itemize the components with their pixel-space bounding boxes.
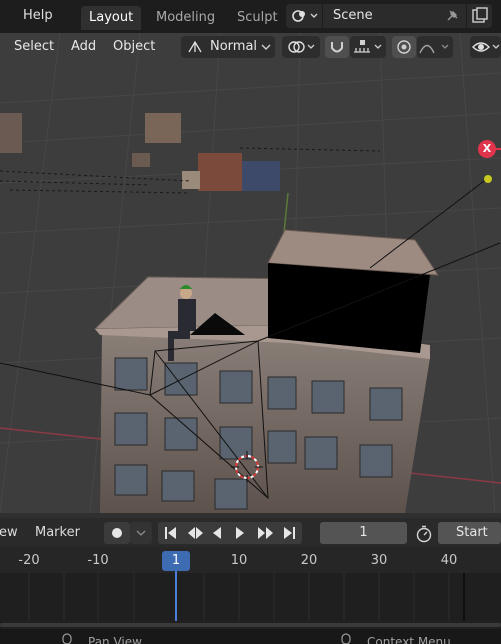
menu-object[interactable]: Object [113,39,155,54]
pivot-icon [288,41,315,53]
menu-add[interactable]: Add [71,39,96,54]
playback-icons [165,527,295,539]
tick-label: 20 [300,553,318,568]
distant-building [182,171,200,189]
chevron-down-icon [136,530,146,536]
jump-start-icon [165,527,167,539]
menu-help[interactable]: Help [23,8,53,23]
pivot-point-dropdown[interactable] [282,36,320,58]
viewport-canvas [0,33,501,513]
menu-marker[interactable]: Marker [35,525,80,540]
orientation-icon [188,40,202,53]
keying-options-dropdown[interactable] [130,522,152,544]
keyframe-prev-icon [188,527,203,539]
play-icon [236,527,244,539]
menu-view[interactable]: ew [0,525,18,540]
chevron-down-icon [261,44,271,50]
mouse-right-icon [341,633,351,644]
timeline-ruler[interactable]: -20 -10 10 20 30 40 [0,547,501,573]
black-block [268,263,430,353]
keyframe-next-icon [258,527,273,539]
jump-end-icon [293,527,295,539]
transform-orientation-dropdown[interactable]: Normal [181,36,275,58]
snap-increment-icon [354,40,382,53]
tick-label: 30 [370,553,388,568]
status-hint-right: Context Menu [367,635,451,644]
tab-modeling[interactable]: Modeling [148,6,223,30]
mouse-middle-icon [62,633,72,644]
visibility-dropdown[interactable] [470,36,501,58]
eye-icon [472,42,500,52]
play-reverse-icon [213,527,221,539]
3d-viewport[interactable]: X [0,33,501,513]
tick-label: 40 [440,553,458,568]
menu-select[interactable]: Select [14,39,54,54]
gizmo-x-button[interactable]: X [478,140,496,158]
timeline-header: ew Marker 1 Start [0,518,501,547]
status-bar: Pan View Context Menu [0,629,501,644]
tick-label: -20 [18,553,40,568]
record-icon [112,528,122,538]
distant-building [132,153,150,167]
distant-building [145,113,181,143]
scene-icon [292,10,318,22]
gizmo-y-dot[interactable] [484,175,492,183]
scene-selector-button[interactable] [286,4,322,28]
playback-controls [158,522,302,544]
falloff-curve-icon [419,44,449,54]
timeline-track-area[interactable] [0,573,501,621]
snap-target-dropdown[interactable] [350,36,386,58]
snap-toggle[interactable] [325,36,349,58]
timeline-scrollbar[interactable] [0,621,501,629]
building-wall [100,333,430,513]
status-hint-left: Pan View [88,635,142,644]
proportional-edit-icon [397,40,411,54]
distant-building [0,113,22,153]
playhead-frame-indicator[interactable]: 1 [162,551,190,571]
timeline-gridlines [28,573,450,621]
playhead-line[interactable] [175,571,177,623]
auto-keying-toggle[interactable] [104,522,130,544]
viewport-header: Select Add Object Normal [0,33,501,61]
tick-label: -10 [87,553,109,568]
current-frame-field[interactable]: 1 [320,522,407,544]
distant-building [198,153,242,191]
tab-layout[interactable]: Layout [81,6,142,30]
proportional-edit-toggle[interactable] [392,36,416,58]
falloff-dropdown[interactable] [417,36,453,58]
stopwatch-icon[interactable] [414,525,434,543]
tab-sculpt[interactable]: Sculpt [229,6,286,30]
top-bar: Help Layout Modeling Sculpt Scene [0,0,501,33]
duplicate-icon [472,7,488,23]
orientation-label: Normal [210,39,258,54]
magnet-icon [331,42,343,53]
new-scene-button[interactable] [466,4,492,28]
pin-icon[interactable] [444,8,460,24]
start-frame-field[interactable]: Start [438,522,501,544]
tick-label: 10 [230,553,248,568]
distant-building [242,161,280,191]
end-frame-marker [463,573,465,621]
